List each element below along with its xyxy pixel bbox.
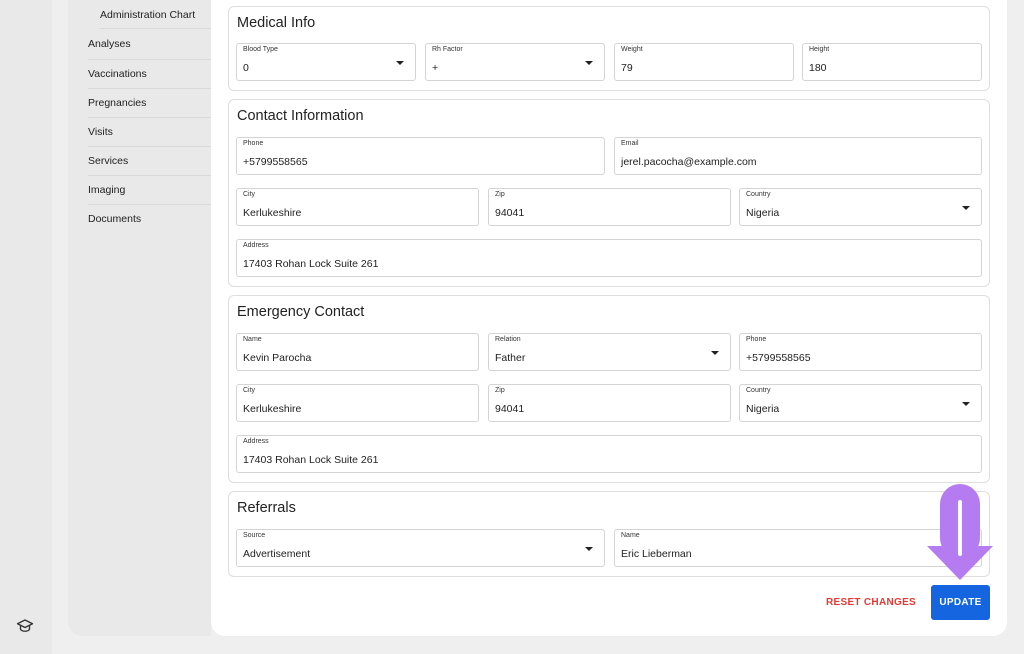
emergency-name-field[interactable]: Name Kevin Parocha — [236, 333, 479, 371]
section-title: Contact Information — [237, 108, 364, 124]
field-value: Nigeria — [746, 207, 780, 219]
field-label: Blood Type — [243, 46, 278, 53]
field-value: 94041 — [495, 207, 525, 219]
field-label: Address — [243, 438, 269, 445]
field-value: Nigeria — [746, 403, 780, 415]
field-label: Email — [621, 140, 639, 147]
field-label: Name — [621, 532, 640, 539]
field-value: 17403 Rohan Lock Suite 261 — [243, 258, 379, 270]
field-label: Phone — [746, 336, 767, 343]
field-value: Kevin Parocha — [243, 352, 312, 364]
field-label: Relation — [495, 336, 521, 343]
height-field[interactable]: Height 180 — [802, 43, 982, 81]
address-field[interactable]: Address 17403 Rohan Lock Suite 261 — [236, 239, 982, 277]
blood-type-select[interactable]: Blood Type 0 — [236, 43, 416, 81]
field-value: 94041 — [495, 403, 525, 415]
sidebar-item-documents[interactable]: Documents — [88, 204, 211, 233]
chevron-down-icon — [396, 61, 404, 65]
sidebar-item-imaging[interactable]: Imaging — [88, 175, 211, 204]
section-title: Referrals — [237, 500, 296, 516]
weight-field[interactable]: Weight 79 — [614, 43, 794, 81]
arrow-down-icon — [927, 484, 993, 580]
section-title: Medical Info — [237, 15, 316, 31]
field-label: Height — [809, 46, 830, 53]
sidebar-item-pregnancies[interactable]: Pregnancies — [88, 88, 211, 117]
sidebar-item-analyses[interactable]: Analyses — [88, 30, 211, 59]
field-label: Country — [746, 387, 771, 394]
rh-factor-select[interactable]: Rh Factor + — [425, 43, 605, 81]
medical-info-section: Medical Info Blood Type 0 Rh Factor + We… — [228, 6, 990, 91]
field-value: 79 — [621, 62, 633, 74]
city-field[interactable]: City Kerlukeshire — [236, 188, 479, 226]
emergency-contact-section: Emergency Contact Name Kevin Parocha Rel… — [228, 295, 990, 483]
emergency-country-select[interactable]: Country Nigeria — [739, 384, 982, 422]
field-label: City — [243, 191, 256, 198]
relation-select[interactable]: Relation Father — [488, 333, 731, 371]
field-label: Phone — [243, 140, 264, 147]
field-label: City — [243, 387, 256, 394]
field-value: + — [432, 62, 439, 74]
sidebar-item-services[interactable]: Services — [88, 146, 211, 175]
country-select[interactable]: Country Nigeria — [739, 188, 982, 226]
field-value: +5799558565 — [746, 352, 811, 364]
field-label: Source — [243, 532, 266, 539]
zip-field[interactable]: Zip 94041 — [488, 188, 731, 226]
field-value: Father — [495, 352, 526, 364]
contact-info-section: Contact Information Phone +5799558565 Em… — [228, 99, 990, 287]
field-value: Kerlukeshire — [243, 403, 302, 415]
source-select[interactable]: Source Advertisement — [236, 529, 605, 567]
email-field[interactable]: Email jerel.pacocha@example.com — [614, 137, 982, 175]
sidebar-item-visits[interactable]: Visits — [88, 117, 211, 146]
emergency-zip-field[interactable]: Zip 94041 — [488, 384, 731, 422]
field-label: Weight — [621, 46, 643, 53]
field-value: 0 — [243, 62, 249, 74]
sidebar-item-administration-chart[interactable]: Administration Chart — [100, 1, 211, 29]
field-label: Zip — [495, 191, 505, 198]
field-value: 17403 Rohan Lock Suite 261 — [243, 454, 379, 466]
field-label: Country — [746, 191, 771, 198]
sidebar-item-vaccinations[interactable]: Vaccinations — [88, 59, 211, 88]
chevron-down-icon — [711, 351, 719, 355]
field-value: Advertisement — [243, 548, 311, 560]
field-value: 180 — [809, 62, 827, 74]
field-value: jerel.pacocha@example.com — [621, 156, 757, 168]
field-label: Address — [243, 242, 269, 249]
chevron-down-icon — [585, 547, 593, 551]
chevron-down-icon — [585, 61, 593, 65]
emergency-address-field[interactable]: Address 17403 Rohan Lock Suite 261 — [236, 435, 982, 473]
chevron-down-icon — [962, 402, 970, 406]
field-value: Kerlukeshire — [243, 207, 302, 219]
phone-field[interactable]: Phone +5799558565 — [236, 137, 605, 175]
chevron-down-icon — [962, 206, 970, 210]
field-value: +5799558565 — [243, 156, 308, 168]
emergency-phone-field[interactable]: Phone +5799558565 — [739, 333, 982, 371]
sidebar: Administration Chart Analyses Vaccinatio… — [68, 0, 211, 636]
main-panel: Medical Info Blood Type 0 Rh Factor + We… — [211, 0, 1007, 636]
field-label: Name — [243, 336, 262, 343]
emergency-city-field[interactable]: City Kerlukeshire — [236, 384, 479, 422]
graduation-cap-icon[interactable] — [16, 617, 34, 635]
field-label: Rh Factor — [432, 46, 463, 53]
update-button[interactable]: UPDATE — [931, 585, 990, 620]
field-label: Zip — [495, 387, 505, 394]
section-title: Emergency Contact — [237, 304, 365, 320]
reset-changes-button[interactable]: RESET CHANGES — [823, 591, 919, 615]
app-rail — [0, 0, 52, 654]
field-value: Eric Lieberman — [621, 548, 692, 560]
referrals-section: Referrals Source Advertisement Name Eric… — [228, 491, 990, 577]
